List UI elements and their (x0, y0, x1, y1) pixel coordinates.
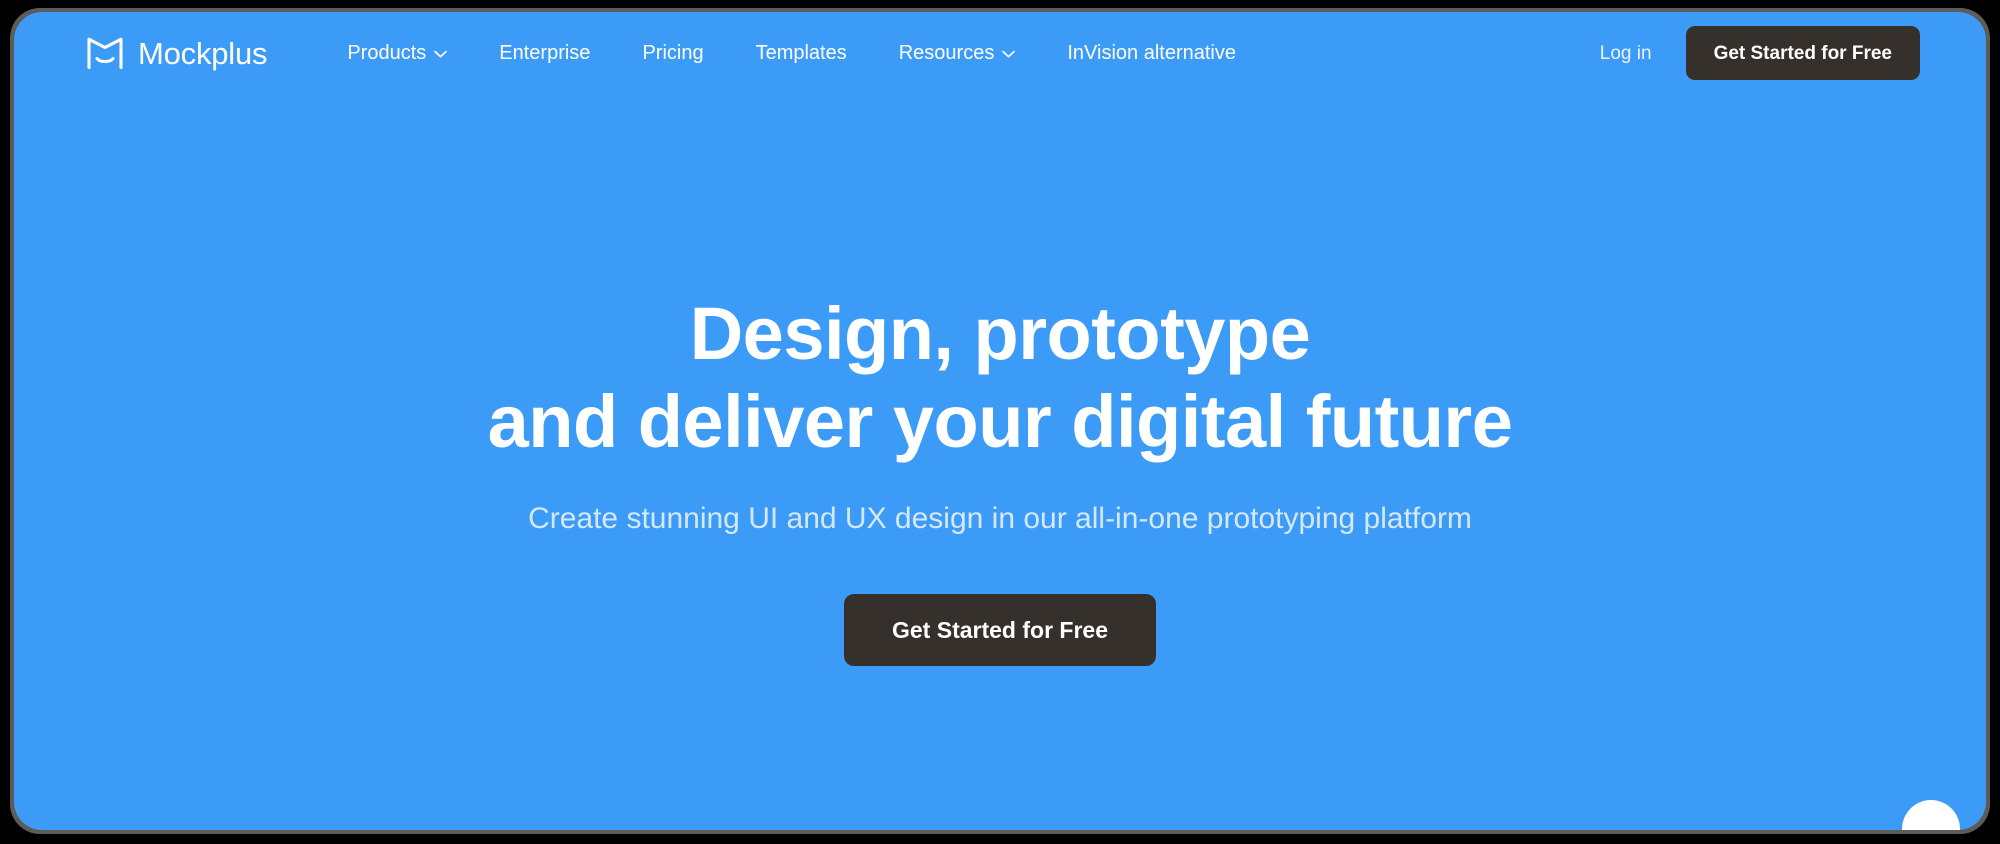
hero-get-started-button[interactable]: Get Started for Free (844, 594, 1156, 667)
header-get-started-button[interactable]: Get Started for Free (1685, 26, 1920, 80)
window-bezel: Mockplus Products Enterprise Pricing Tem… (10, 8, 1990, 834)
nav-label: Resources (898, 42, 995, 64)
brand-logo-link[interactable]: Mockplus (86, 35, 268, 71)
nav-item-templates[interactable]: Templates (730, 33, 873, 73)
hero-title-line-1: Design, prototype (689, 292, 1311, 375)
login-link[interactable]: Log in (1596, 36, 1656, 71)
header-actions: Log in Get Started for Free (1596, 26, 1920, 80)
nav-label: Products (347, 42, 427, 64)
chevron-down-icon (434, 48, 448, 58)
browser-window-frame: Mockplus Products Enterprise Pricing Tem… (0, 0, 2000, 844)
brand-name: Mockplus (138, 35, 268, 71)
site-header: Mockplus Products Enterprise Pricing Tem… (14, 12, 1986, 94)
hero-section: Design, prototype and deliver your digit… (14, 94, 1986, 830)
nav-item-invision-alternative[interactable]: InVision alternative (1041, 33, 1262, 73)
hero-title: Design, prototype and deliver your digit… (488, 290, 1513, 466)
nav-item-resources[interactable]: Resources (873, 33, 1042, 73)
chevron-down-icon (1002, 48, 1016, 58)
hero-subtitle: Create stunning UI and UX design in our … (528, 502, 1472, 536)
nav-label: Templates (755, 42, 847, 64)
page-viewport: Mockplus Products Enterprise Pricing Tem… (14, 12, 1986, 830)
nav-item-pricing[interactable]: Pricing (616, 33, 729, 73)
nav-label: InVision alternative (1067, 42, 1236, 64)
nav-item-enterprise[interactable]: Enterprise (473, 33, 616, 73)
nav-label: Enterprise (499, 42, 591, 64)
hero-title-line-2: and deliver your digital future (487, 380, 1513, 464)
nav-label: Pricing (642, 42, 704, 64)
main-navigation: Products Enterprise Pricing Templates Re… (321, 33, 1595, 73)
nav-item-products[interactable]: Products (321, 33, 473, 73)
mockplus-book-smile-icon (86, 36, 124, 70)
